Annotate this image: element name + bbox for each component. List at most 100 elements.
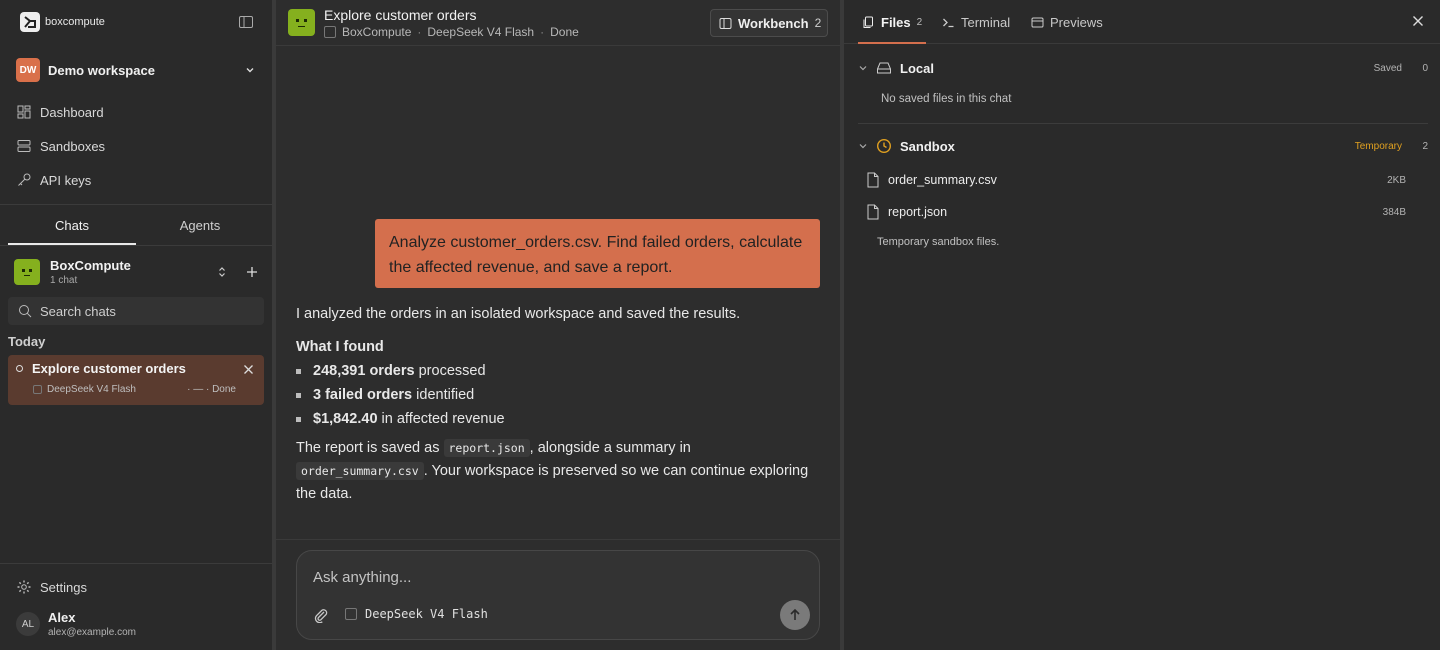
nav-sandboxes[interactable]: Sandboxes — [16, 135, 105, 157]
composer: DeepSeek V4 Flash — [296, 550, 820, 640]
tab-chats[interactable]: Chats — [8, 205, 136, 245]
attach-icon[interactable] — [313, 607, 329, 623]
chat-meta: BoxCompute · DeepSeek V4 Flash · Done — [324, 25, 579, 39]
nav-api-keys[interactable]: API keys — [16, 169, 91, 191]
group-label-today: Today — [8, 334, 46, 349]
model-selector-label: DeepSeek V4 Flash — [365, 607, 488, 621]
tab-previews[interactable]: Previews — [1031, 0, 1103, 44]
answer-intro: I analyzed the orders in an isolated wor… — [296, 306, 741, 322]
project-selector[interactable]: BoxCompute 1 chat — [14, 257, 264, 287]
chat-item-status: · — · Done — [187, 384, 236, 395]
search-chats[interactable] — [8, 297, 264, 325]
user-profile[interactable]: AL Alex alex@example.com — [16, 608, 136, 640]
settings-link[interactable]: Settings — [16, 577, 87, 597]
list-item: 3 failed orders identified — [296, 383, 826, 407]
answer-text: , alongside a summary in — [529, 440, 691, 456]
search-input[interactable] — [40, 303, 240, 319]
section-sandbox[interactable]: Sandbox Temporary 2 — [858, 136, 1428, 156]
file-icon — [867, 204, 879, 220]
tab-agents[interactable]: Agents — [136, 205, 264, 245]
model-selector[interactable]: DeepSeek V4 Flash — [345, 607, 488, 621]
nav-dashboard[interactable]: Dashboard — [16, 101, 104, 123]
file-row[interactable]: order_summary.csv 2KB — [866, 170, 1406, 190]
nav-label: Sandboxes — [40, 138, 106, 154]
list-item-text: identified — [412, 387, 475, 403]
drive-icon — [876, 61, 892, 75]
divider — [858, 123, 1428, 124]
sandbox-note: Temporary sandbox files. — [877, 236, 1000, 248]
workspace-name: Demo workspace — [48, 62, 155, 78]
file-name: report.json — [888, 205, 948, 219]
section-local[interactable]: Local Saved 0 — [858, 58, 1428, 78]
answer-text: The report is saved as — [296, 440, 444, 456]
tab-label: Files — [881, 14, 911, 30]
user-name: Alex — [48, 610, 76, 625]
separator: · — [417, 25, 422, 39]
chat-item[interactable]: Explore customer orders DeepSeek V4 Flas… — [8, 355, 264, 405]
section-title: Sandbox — [900, 138, 955, 154]
status-badge: Saved — [1373, 62, 1402, 74]
separator: · — [540, 25, 545, 39]
workbench-button[interactable]: Workbench 2 — [710, 9, 828, 37]
send-button[interactable] — [780, 600, 810, 630]
section-title: Local — [900, 60, 934, 76]
terminal-icon — [943, 18, 954, 27]
search-icon — [18, 304, 32, 318]
list-item-bold: $1,842.40 — [313, 411, 378, 427]
workspace-badge: DW — [16, 58, 40, 82]
collapse-sidebar-icon[interactable] — [238, 14, 254, 30]
list-item: 248,391 orders processed — [296, 359, 826, 383]
chevron-down-icon — [859, 66, 867, 71]
chat-item-model: DeepSeek V4 Flash — [33, 384, 136, 395]
sidebar-tabs: Chats Agents — [8, 205, 264, 245]
browser-icon — [1031, 17, 1044, 27]
empty-state: No saved files in this chat — [881, 93, 1012, 105]
user-message: Analyze customer_orders.csv. Find failed… — [375, 219, 820, 288]
chat-title: Explore customer orders — [324, 7, 477, 23]
chat-item-model-name: DeepSeek V4 Flash — [47, 384, 136, 395]
workbench-count: 2 — [814, 16, 822, 30]
nav-label: Dashboard — [40, 104, 104, 120]
file-row[interactable]: report.json 384B — [866, 202, 1406, 222]
chat-meta-status: Done — [550, 25, 579, 39]
sidebar: boxcompute DW Demo workspace Dashboard S… — [0, 0, 272, 650]
tab-terminal[interactable]: Terminal — [942, 0, 1010, 44]
list-item: $1,842.40 in affected revenue — [296, 407, 826, 431]
divider — [0, 563, 272, 564]
server-icon — [16, 138, 32, 154]
close-icon[interactable] — [243, 364, 254, 375]
chevron-down-icon — [859, 144, 867, 149]
nav-label: API keys — [40, 172, 92, 188]
chat-item-title: Explore customer orders — [32, 361, 186, 376]
list-item-text: processed — [414, 363, 486, 379]
project-icon — [324, 26, 336, 38]
arrow-up-icon — [790, 608, 800, 620]
new-chat-icon[interactable] — [246, 266, 258, 278]
chat-pane: Explore customer orders BoxCompute · Dee… — [276, 0, 840, 650]
message-input[interactable] — [313, 569, 753, 586]
user-email: alex@example.com — [48, 627, 136, 638]
tab-count: 2 — [916, 16, 923, 28]
panel-tabs: Files 2 Terminal Previews — [844, 0, 1440, 44]
close-icon[interactable] — [1412, 15, 1424, 27]
chevron-updown-icon[interactable] — [216, 266, 228, 278]
workspace-switcher[interactable]: DW Demo workspace — [16, 58, 256, 82]
chat-meta-model: DeepSeek V4 Flash — [427, 25, 535, 39]
avatar: AL — [16, 612, 40, 636]
project-avatar — [14, 259, 40, 285]
answer-outro: The report is saved as report.json, alon… — [296, 437, 826, 506]
model-icon — [33, 385, 42, 394]
file-name: order_summary.csv — [888, 173, 997, 187]
workbench-panel: Files 2 Terminal Previews Local Saved 0 … — [844, 0, 1440, 650]
project-avatar — [288, 9, 315, 36]
assistant-message: I analyzed the orders in an isolated wor… — [296, 303, 826, 516]
model-icon — [345, 608, 357, 620]
brand[interactable]: boxcompute — [20, 12, 105, 32]
project-name: BoxCompute — [50, 258, 131, 273]
status-dot-icon — [16, 365, 23, 372]
workbench-label: Workbench — [738, 15, 809, 31]
tab-files[interactable]: Files 2 — [857, 0, 927, 44]
divider — [0, 245, 272, 246]
list-item-bold: 248,391 orders — [313, 363, 415, 379]
boxcompute-logo-icon — [20, 12, 40, 32]
